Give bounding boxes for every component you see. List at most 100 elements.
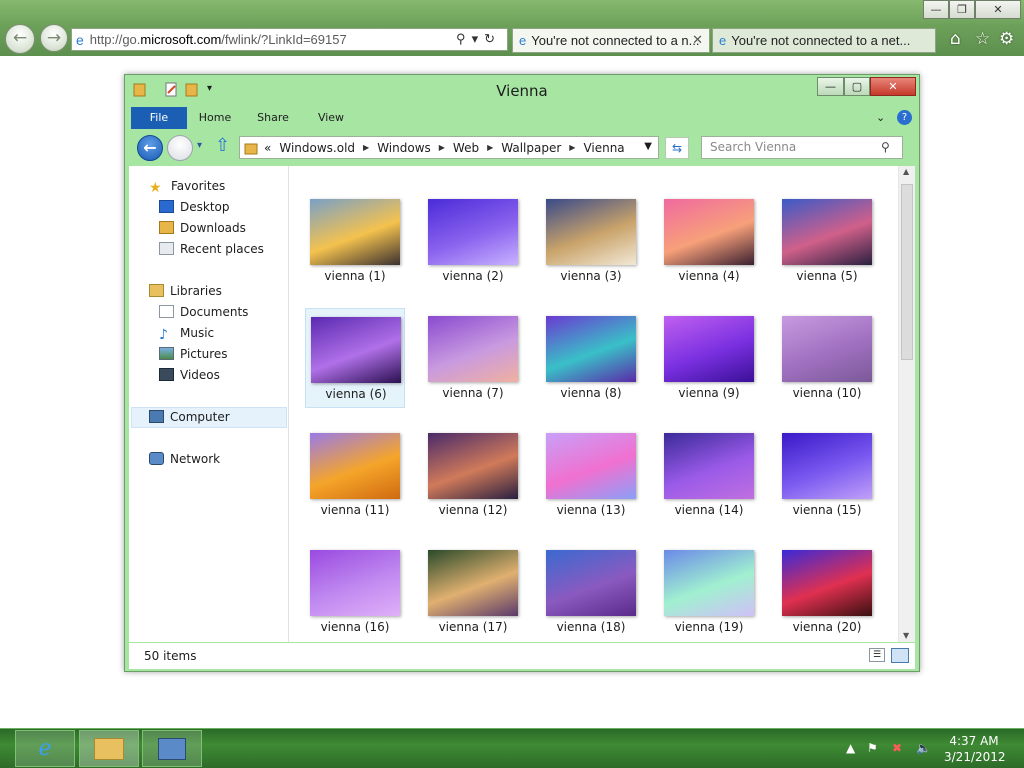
file-item[interactable]: vienna (15) [777,425,877,525]
vertical-scrollbar[interactable]: ▲ ▼ [898,166,915,642]
taskbar-explorer-button[interactable] [79,730,139,767]
file-item[interactable]: vienna (6) [305,308,405,408]
search-icon[interactable]: ⚲ [881,140,890,154]
file-name: vienna (13) [556,503,626,517]
address-bar[interactable]: e http://go. microsoft.com/fwlink/?LinkId… [71,28,508,51]
refresh-button[interactable]: ⇆ [665,137,689,159]
window-title: Vienna [496,82,548,100]
content-area: ★ Favorites Desktop Downloads Recent plac… [129,166,915,642]
up-arrow-icon[interactable]: ⇧ [215,135,230,156]
action-center-flag-icon[interactable]: ⚑ [867,741,878,755]
address-breadcrumb[interactable]: « Windows.old ▶ Windows ▶ Web ▶ Wallpaper ▶ … [239,136,659,159]
browser-tab-active[interactable]: e You're not connected to a n... ✕ [512,28,710,53]
browser-minimize-button[interactable]: — [923,0,949,19]
file-item[interactable]: vienna (13) [541,425,641,525]
chevron-right-icon[interactable]: ▶ [569,143,575,152]
file-item[interactable]: vienna (16) [305,542,405,642]
scroll-up-icon[interactable]: ▲ [903,167,909,176]
chevron-right-icon[interactable]: ▶ [363,143,369,152]
close-tab-icon[interactable]: ✕ [692,32,703,48]
tab-home[interactable]: Home [193,107,237,129]
browser-restore-button[interactable]: ❐ [949,0,975,19]
file-item[interactable]: vienna (9) [659,308,759,408]
volume-muted-icon[interactable]: 🔈 [916,741,931,755]
sidebar-item-documents[interactable]: Documents [159,302,248,322]
file-item[interactable]: vienna (11) [305,425,405,525]
file-item[interactable]: vienna (2) [423,191,523,291]
close-button[interactable]: ✕ [870,77,916,96]
wallpaper-thumbnail [664,316,754,382]
file-item[interactable]: vienna (8) [541,308,641,408]
file-name: vienna (18) [556,620,626,634]
file-item[interactable]: vienna (18) [541,542,641,642]
tab-file[interactable]: File [131,107,187,129]
file-name: vienna (2) [442,269,504,283]
browser-back-button[interactable]: ← [5,24,35,54]
search-icon[interactable]: ⚲ [456,31,472,46]
expand-ribbon-icon[interactable]: ⌄ [876,111,885,124]
taskbar-control-panel-button[interactable] [142,730,202,767]
taskbar-ie-button[interactable]: e [15,730,75,767]
file-item[interactable]: vienna (19) [659,542,759,642]
file-item[interactable]: vienna (12) [423,425,523,525]
maximize-button[interactable]: ▢ [844,77,870,96]
scroll-down-icon[interactable]: ▼ [903,631,909,640]
minimize-button[interactable]: — [817,77,844,96]
file-item[interactable]: vienna (10) [777,308,877,408]
file-item[interactable]: vienna (5) [777,191,877,291]
scrollbar-thumb[interactable] [901,184,913,360]
show-hidden-icons-icon[interactable]: ▲ [846,741,855,755]
file-item[interactable]: vienna (7) [423,308,523,408]
title-bar[interactable]: ▾ Vienna — ▢ ✕ [125,75,919,105]
breadcrumb-windows[interactable]: Windows [377,141,431,155]
sidebar-item-music[interactable]: ♪ Music [159,323,214,343]
sidebar-item-network[interactable]: Network [149,449,220,469]
tab-view[interactable]: View [311,107,351,129]
file-item[interactable]: vienna (14) [659,425,759,525]
file-item[interactable]: vienna (4) [659,191,759,291]
clock[interactable]: 4:37 AM 3/21/2012 [944,733,1006,765]
sidebar-item-label: Libraries [170,284,222,298]
details-view-icon[interactable]: ☰ [869,648,885,662]
file-item[interactable]: vienna (20) [777,542,877,642]
gear-icon[interactable]: ⚙ [999,29,1014,49]
sidebar-item-recent-places[interactable]: Recent places [159,239,264,259]
file-item[interactable]: vienna (17) [423,542,523,642]
file-item[interactable]: vienna (1) [305,191,405,291]
network-error-icon[interactable]: ✖ [892,741,902,755]
file-item[interactable]: vienna (3) [541,191,641,291]
back-button[interactable]: ← [137,135,163,161]
breadcrumb-web[interactable]: Web [453,141,479,155]
documents-icon [159,305,174,318]
breadcrumb-overflow[interactable]: « [264,141,271,155]
breadcrumb-vienna[interactable]: Vienna [583,141,624,155]
favorites-star-icon[interactable]: ☆ [975,29,990,49]
recent-locations-icon[interactable]: ▾ [197,140,202,151]
chevron-down-icon[interactable]: ▼ [644,141,652,152]
forward-button[interactable] [167,135,193,161]
large-icons-view-icon[interactable] [891,648,909,663]
breadcrumb-wallpaper[interactable]: Wallpaper [501,141,561,155]
chevron-right-icon[interactable]: ▶ [487,143,493,152]
sidebar-item-computer[interactable]: Computer [149,407,230,427]
file-name: vienna (15) [792,503,862,517]
home-icon[interactable]: ⌂ [950,29,961,49]
sidebar-item-videos[interactable]: Videos [159,365,220,385]
sidebar-item-favorites[interactable]: ★ Favorites [149,176,225,196]
sidebar-item-desktop[interactable]: Desktop [159,197,230,217]
tab-share[interactable]: Share [249,107,297,129]
browser-tab[interactable]: e You're not connected to a net... [712,28,936,53]
search-input[interactable]: Search Vienna [701,136,903,159]
sidebar-item-pictures[interactable]: Pictures [159,344,228,364]
sidebar-item-libraries[interactable]: Libraries [149,281,222,301]
clock-time: 4:37 AM [949,734,999,748]
browser-close-button[interactable]: ✕ [975,0,1021,19]
refresh-icon[interactable]: ↻ [484,31,501,46]
maximize-icon: ▢ [851,80,863,93]
sidebar-item-downloads[interactable]: Downloads [159,218,246,238]
browser-forward-button[interactable]: → [40,24,68,52]
breadcrumb-windows-old[interactable]: Windows.old [279,141,355,155]
chevron-right-icon[interactable]: ▶ [439,143,445,152]
dropdown-icon[interactable]: ▾ [472,31,485,46]
help-icon[interactable]: ? [897,110,912,125]
